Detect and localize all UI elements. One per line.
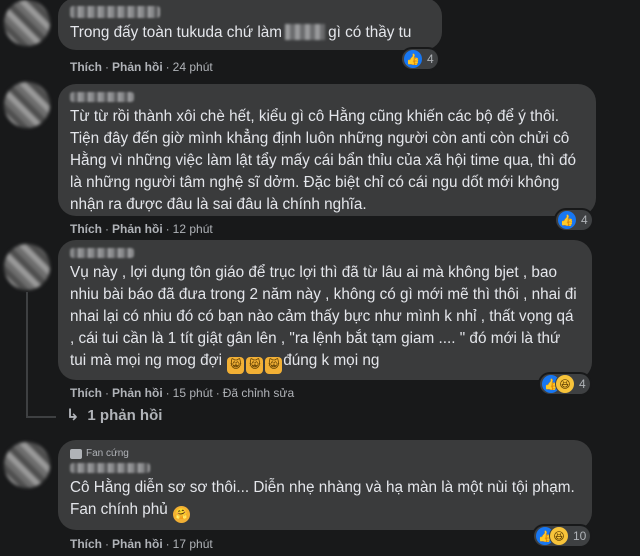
view-replies-label: 1 phản hồi [87, 407, 163, 424]
timestamp[interactable]: 15 phút [173, 386, 213, 400]
grinning-cat-emoji: 😸 [227, 357, 245, 374]
comment-bubble: Từ từ rồi thành xôi chè hết, kiểu gì cô … [58, 84, 596, 216]
commenter-name[interactable] [70, 6, 160, 18]
hugging-face-emoji: 🤗 [173, 506, 191, 523]
thread-line [26, 416, 56, 418]
like-button[interactable]: Thích [70, 537, 102, 551]
comment-text: Từ từ rồi thành xôi chè hết, kiểu gì cô … [70, 108, 576, 213]
avatar[interactable] [4, 442, 50, 488]
timestamp[interactable]: 12 phút [173, 222, 213, 236]
top-fan-badge: Fan cứng [70, 448, 580, 459]
comment-text: Cô Hằng diễn sơ sơ thôi... Diễn nhẹ nhàn… [70, 479, 575, 518]
like-button[interactable]: Thích [70, 60, 102, 74]
haha-icon: 😆 [556, 375, 574, 393]
comment-actions: Thích · Phản hồi · 24 phút [70, 60, 213, 74]
like-button[interactable]: Thích [70, 222, 102, 236]
reply-button[interactable]: Phản hồi [112, 537, 163, 551]
censored-word [285, 24, 326, 40]
like-icon: 👍 [404, 50, 422, 68]
comment-text: Trong đấy toàn tukuda chứ làm [70, 24, 283, 41]
comment-text-end: đúng k mọi ng [283, 352, 380, 369]
grinning-cat-emoji: 😸 [265, 357, 283, 374]
reply-button[interactable]: Phản hồi [112, 60, 163, 74]
reply-arrow-icon: ↳ [66, 407, 80, 424]
reply-button[interactable]: Phản hồi [112, 222, 163, 236]
like-button[interactable]: Thích [70, 386, 102, 400]
reaction-count[interactable]: 👍 😆 10 [534, 526, 591, 546]
avatar[interactable] [4, 0, 50, 46]
edited-label: Đã chỉnh sửa [222, 386, 295, 400]
avatar[interactable] [4, 244, 50, 290]
badge-icon [70, 448, 82, 459]
like-icon: 👍 [558, 211, 576, 229]
comment-bubble: Vụ này , lợi dụng tôn giáo để trục lợi t… [58, 240, 592, 380]
view-replies-link[interactable]: ↳ 1 phản hồi [66, 405, 162, 425]
reaction-count[interactable]: 👍 😆 4 [540, 374, 590, 394]
commenter-name[interactable] [70, 248, 134, 258]
timestamp[interactable]: 24 phút [173, 60, 213, 74]
avatar[interactable] [4, 82, 50, 128]
reply-button[interactable]: Phản hồi [112, 386, 163, 400]
reaction-count[interactable]: 👍 4 [556, 210, 592, 230]
reaction-count[interactable]: 👍 4 [402, 49, 438, 69]
commenter-name[interactable] [70, 463, 150, 473]
commenter-name[interactable] [70, 92, 134, 102]
comment-bubble: Trong đấy toàn tukuda chứ làm gì có thầy … [58, 0, 442, 50]
comment-text-end: gì có thầy tu [328, 24, 412, 41]
comment-actions: Thích · Phản hồi · 15 phút · Đã chỉnh sửa [70, 386, 295, 400]
comment-actions: Thích · Phản hồi · 12 phút [70, 222, 213, 236]
grinning-cat-emoji: 😸 [246, 357, 264, 374]
comment-actions: Thích · Phản hồi · 17 phút [70, 537, 213, 551]
thread-line [26, 292, 28, 416]
timestamp[interactable]: 17 phút [173, 537, 213, 551]
comment-bubble: Fan cứng Cô Hằng diễn sơ sơ thôi... Diễn… [58, 440, 592, 530]
haha-icon: 😆 [550, 527, 568, 545]
